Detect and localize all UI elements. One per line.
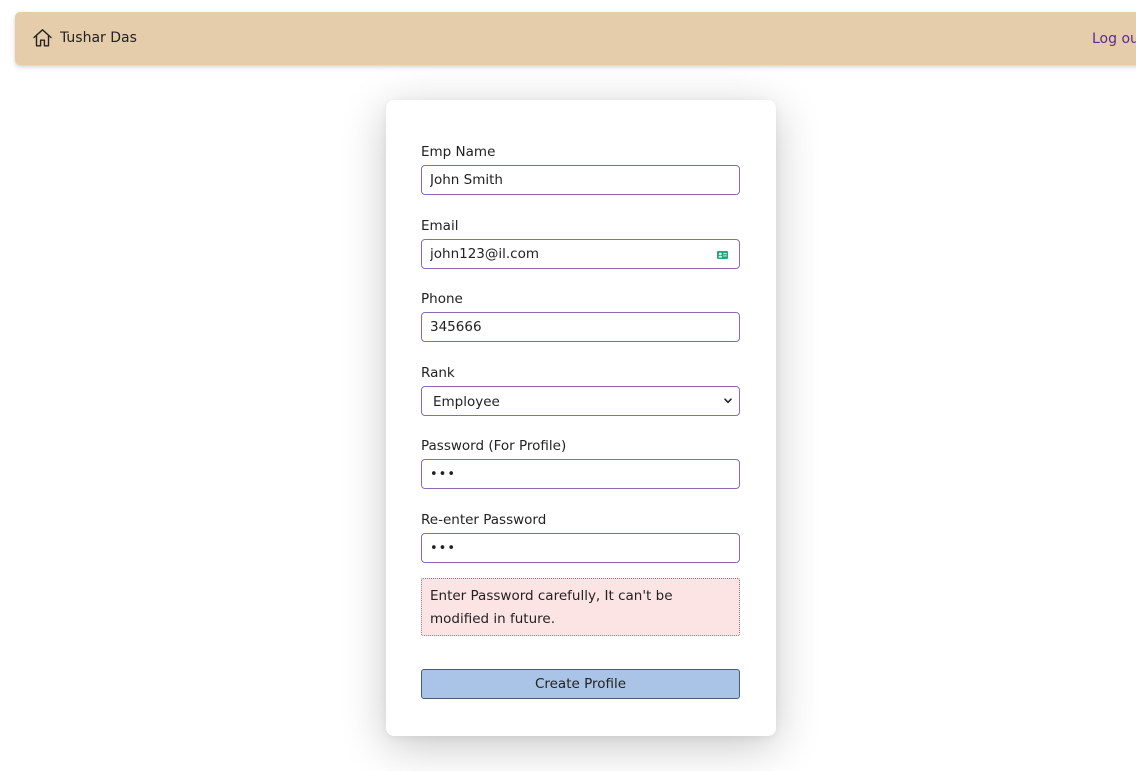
home-icon [33, 29, 52, 47]
logout-link[interactable]: Log out [1092, 29, 1136, 49]
chevron-down-icon [724, 398, 732, 404]
email-label: Email [421, 218, 459, 234]
rank-selected-value: Employee [433, 394, 500, 410]
password-input[interactable] [421, 459, 740, 489]
emp-name-input[interactable] [421, 165, 740, 195]
password-warning: Enter Password carefully, It can't be mo… [421, 578, 740, 636]
password-label: Password (For Profile) [421, 438, 567, 454]
email-input[interactable] [421, 239, 740, 269]
top-navbar: Tushar Das Log out [15, 12, 1136, 65]
rank-label: Rank [421, 365, 455, 381]
home-link[interactable]: Tushar Das [32, 28, 137, 48]
user-name: Tushar Das [60, 30, 137, 46]
phone-input[interactable] [421, 312, 740, 342]
reenter-password-label: Re-enter Password [421, 512, 547, 528]
contact-card-icon[interactable] [717, 251, 728, 259]
rank-select[interactable]: Employee [421, 386, 740, 416]
phone-label: Phone [421, 291, 463, 307]
create-profile-card: Emp Name Email Phone Rank Employee Passw… [386, 100, 776, 736]
reenter-password-input[interactable] [421, 533, 740, 563]
create-profile-button[interactable]: Create Profile [421, 669, 740, 699]
emp-name-label: Emp Name [421, 144, 496, 160]
